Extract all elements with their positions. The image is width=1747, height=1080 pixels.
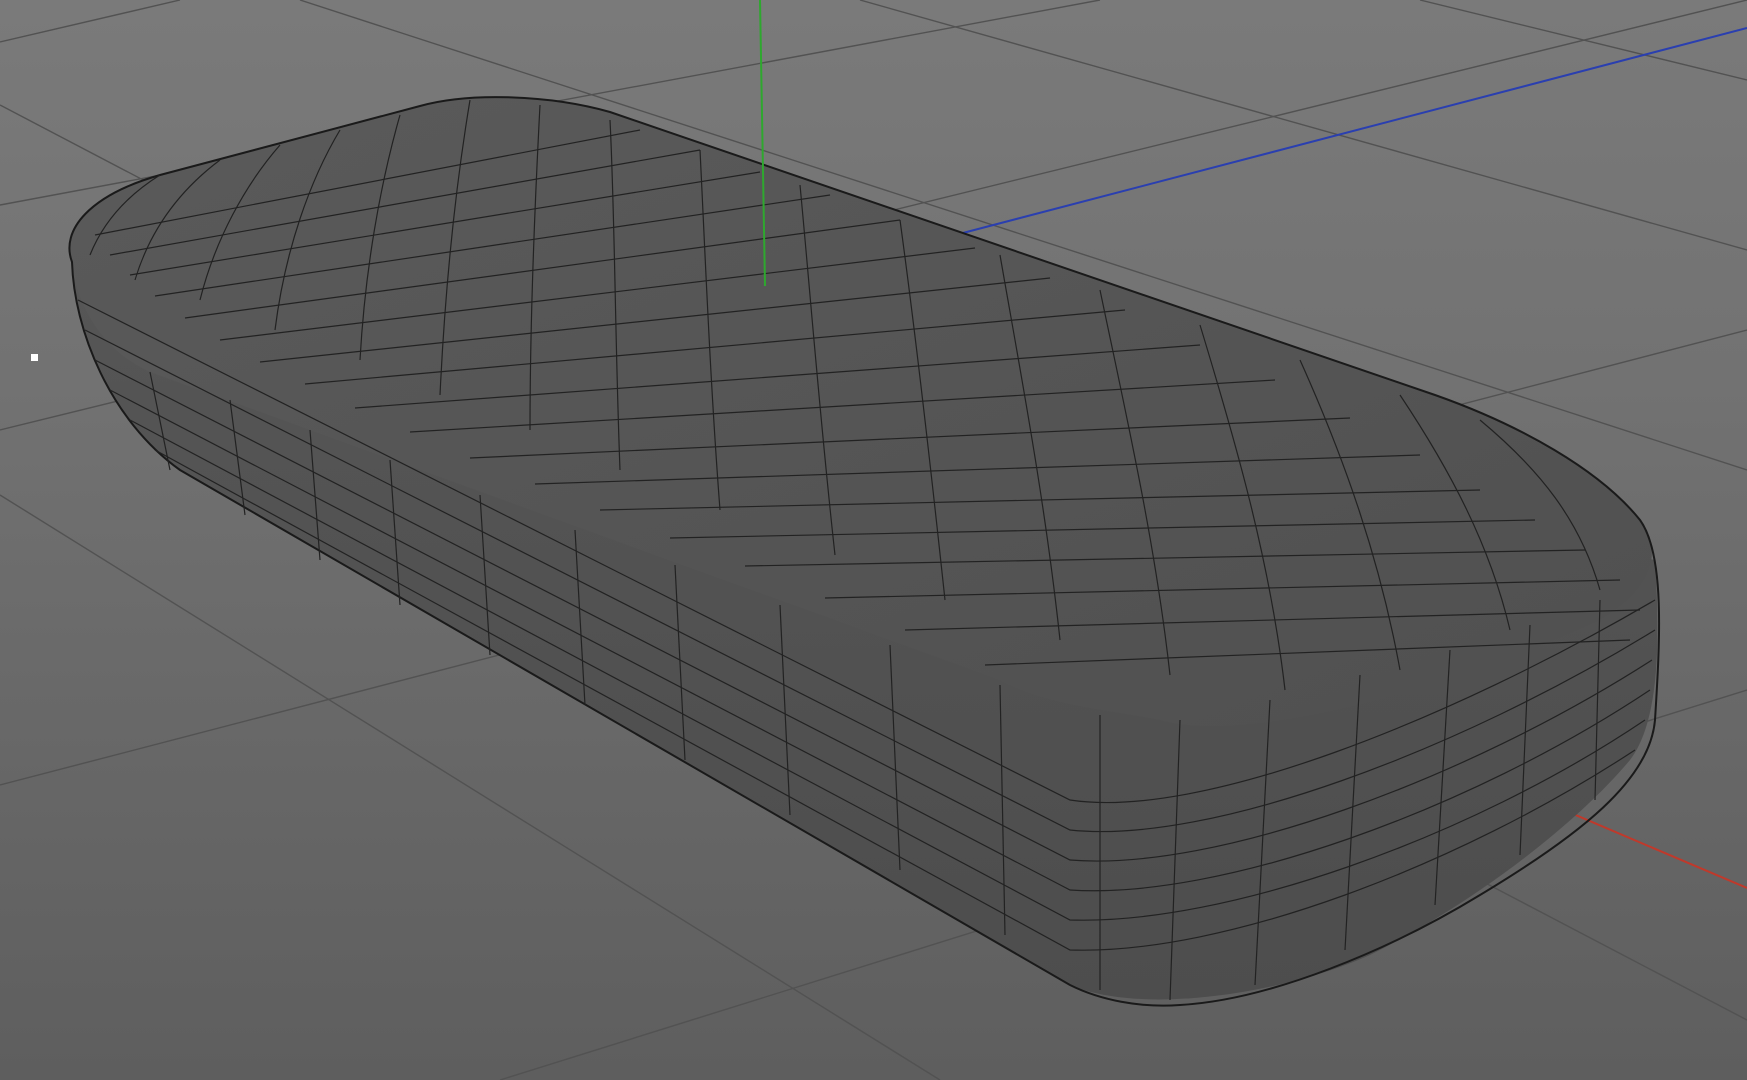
selected-point-marker[interactable] xyxy=(31,354,38,361)
viewport-scene[interactable] xyxy=(0,0,1747,1080)
3d-viewport[interactable] xyxy=(0,0,1747,1080)
rounded-box-mesh[interactable] xyxy=(68,96,1661,1007)
